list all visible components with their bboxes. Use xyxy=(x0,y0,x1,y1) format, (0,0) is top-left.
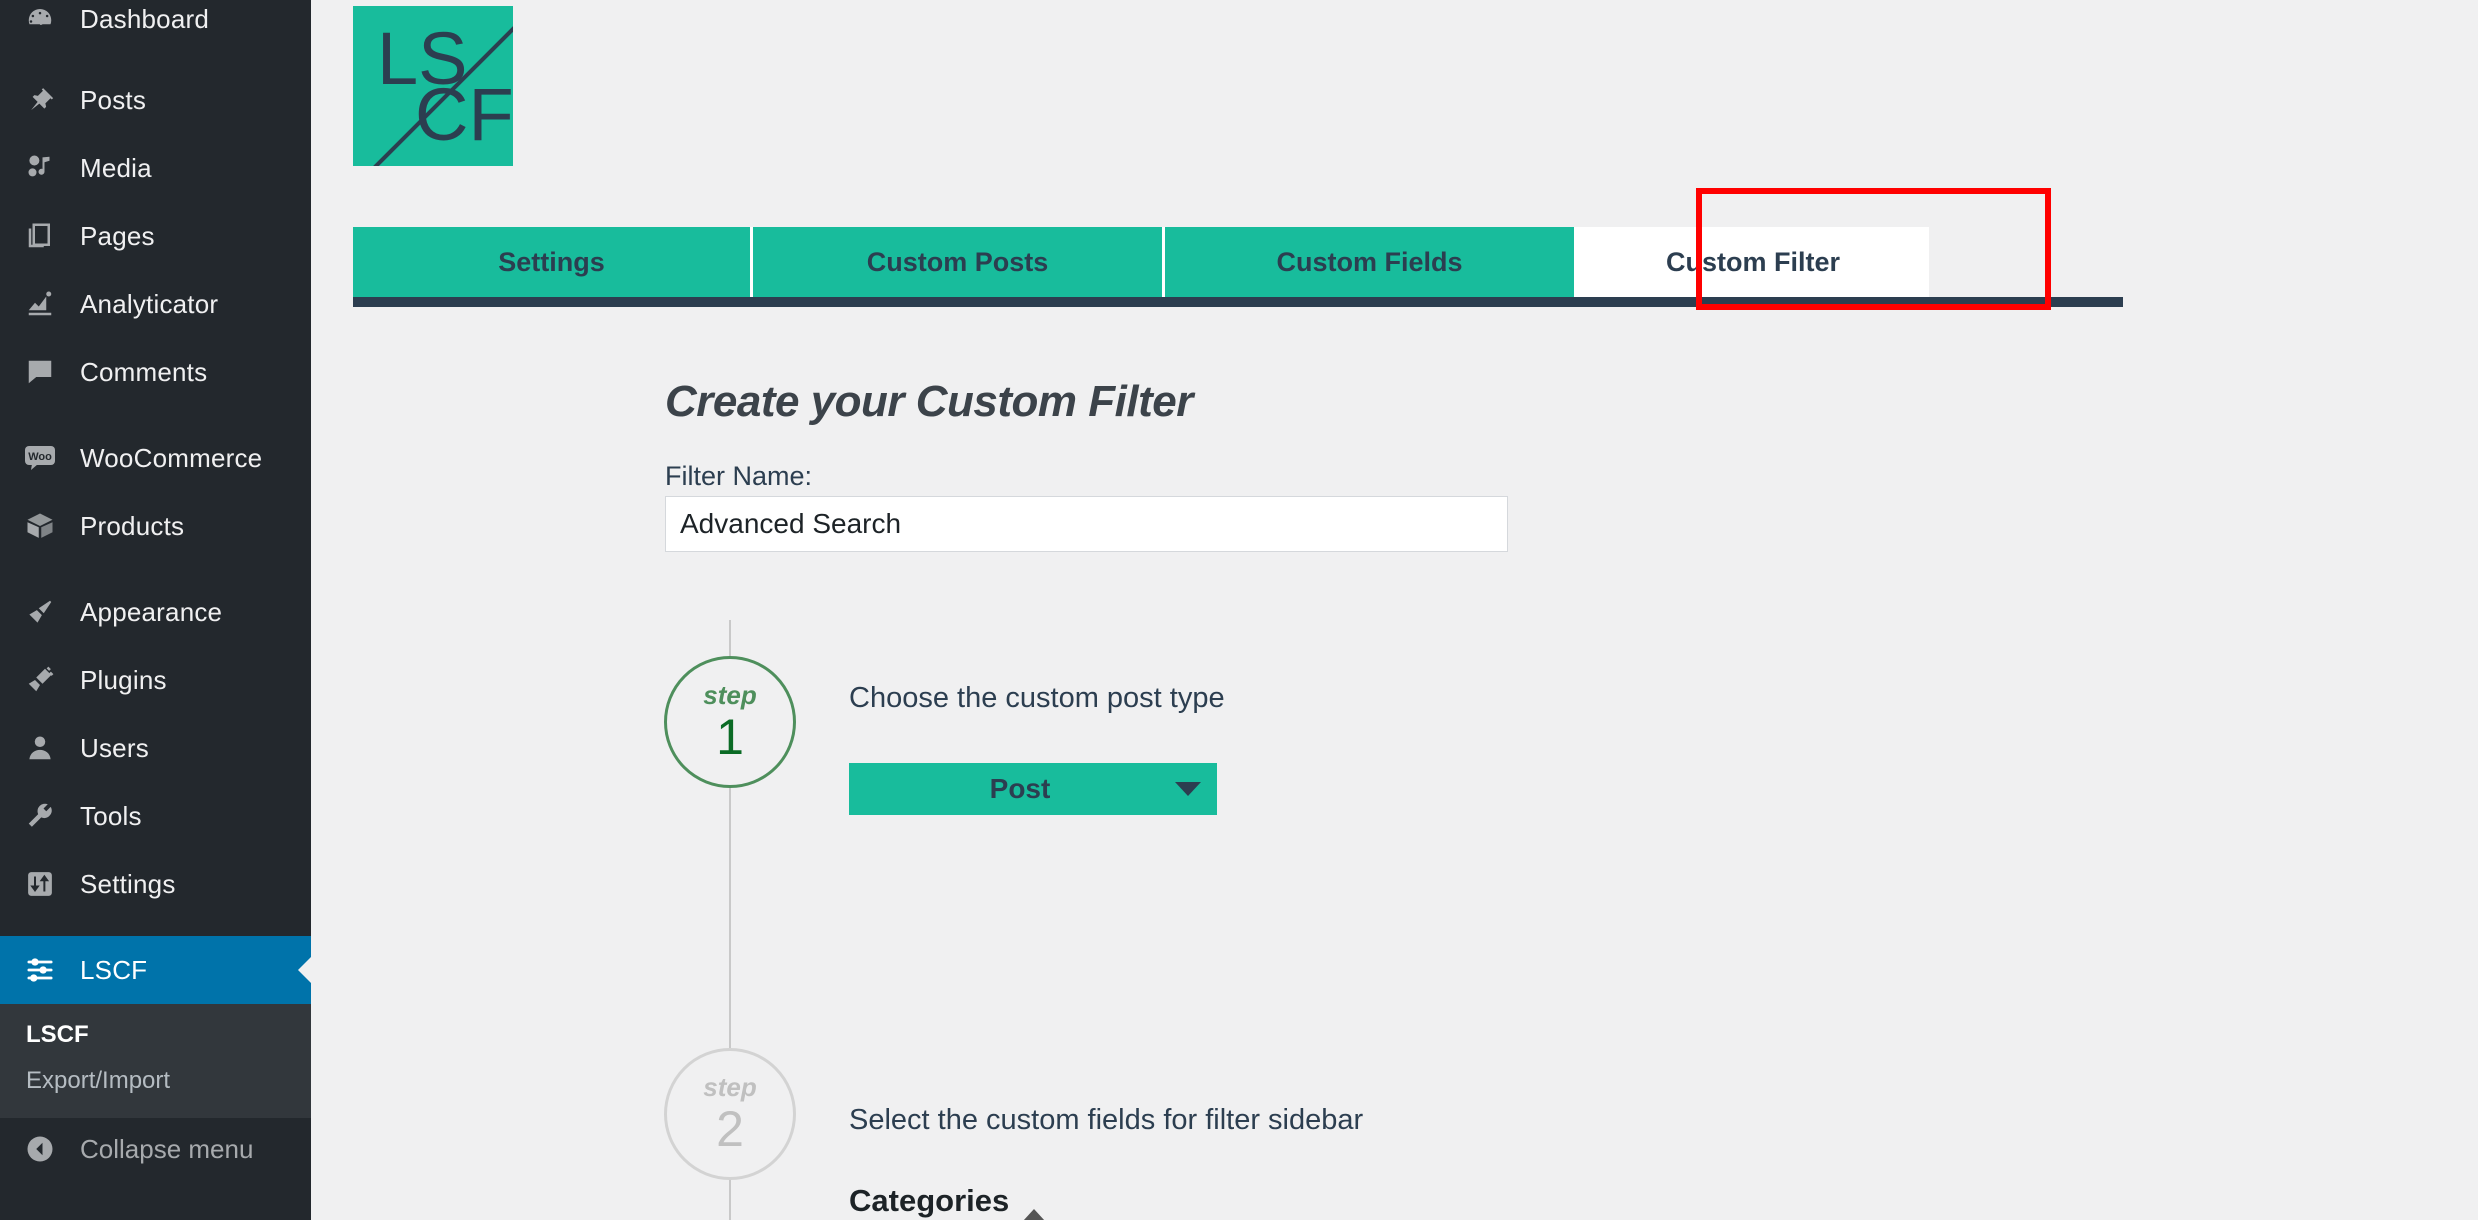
sidebar-item-label: Users xyxy=(80,732,149,763)
step-connector-middle xyxy=(729,788,731,1048)
sidebar-item-label: Plugins xyxy=(80,664,167,695)
sliders-icon xyxy=(14,947,66,993)
sidebar-item-label: Posts xyxy=(80,84,147,115)
wrench-icon xyxy=(14,793,66,839)
tab-list: Settings Custom Posts Custom Fields Cust… xyxy=(353,227,2123,297)
filter-name-input[interactable] xyxy=(665,496,1508,552)
pages-icon xyxy=(14,213,66,259)
sidebar-item-comments[interactable]: Comments xyxy=(0,338,311,406)
tab-label: Custom Filter xyxy=(1665,246,1840,277)
sidebar-item-settings[interactable]: Settings xyxy=(0,850,311,918)
sidebar-item-plugins[interactable]: Plugins xyxy=(0,646,311,714)
chevron-up-icon[interactable] xyxy=(1023,1192,1046,1220)
woocommerce-icon: Woo xyxy=(14,435,66,481)
tab-label: Custom Posts xyxy=(866,246,1049,277)
sidebar-item-label: Appearance xyxy=(80,596,223,627)
sidebar-item-label: Dashboard xyxy=(80,3,209,34)
step-2-description: Select the custom fields for filter side… xyxy=(849,1104,1364,1136)
sidebar-item-users[interactable]: Users xyxy=(0,714,311,782)
collapse-arrow-icon xyxy=(14,1134,66,1164)
step-connector-bottom xyxy=(729,1175,731,1220)
logo-text-bottom: CF xyxy=(415,73,513,156)
tab-underline xyxy=(353,297,2123,307)
chevron-down-icon xyxy=(1159,782,1217,796)
sidebar-divider xyxy=(0,918,311,936)
sidebar-divider xyxy=(0,406,311,424)
tab-bar: Settings Custom Posts Custom Fields Cust… xyxy=(353,227,2123,307)
sidebar-item-label: Pages xyxy=(80,220,155,251)
media-icon xyxy=(14,145,66,191)
categories-toggle[interactable]: Categories xyxy=(849,1183,1046,1220)
collapse-menu-label: Collapse menu xyxy=(80,1133,254,1164)
submenu-item-export-import[interactable]: Export/Import xyxy=(0,1058,311,1104)
sidebar-item-analyticator[interactable]: Analyticator xyxy=(0,270,311,338)
comment-icon xyxy=(14,349,66,395)
lscf-submenu: LSCF Export/Import xyxy=(0,1004,311,1118)
tab-custom-fields[interactable]: Custom Fields xyxy=(1165,227,1577,297)
admin-sidebar: Dashboard Posts Media Pages Analyticator… xyxy=(0,0,311,1220)
plug-icon xyxy=(14,657,66,703)
step-2-word: step xyxy=(703,1072,757,1102)
sidebar-item-posts[interactable]: Posts xyxy=(0,66,311,134)
lscf-logo: LS CF xyxy=(353,6,513,166)
sidebar-item-pages[interactable]: Pages xyxy=(0,202,311,270)
svg-text:Woo: Woo xyxy=(28,451,52,463)
step-2-number: 2 xyxy=(716,1101,744,1157)
submenu-item-lscf[interactable]: LSCF xyxy=(0,1012,311,1058)
filter-name-label: Filter Name: xyxy=(665,461,813,491)
post-type-select[interactable]: Post xyxy=(849,763,1217,815)
sidebar-item-label: Comments xyxy=(80,356,208,387)
post-type-select-value: Post xyxy=(989,773,1051,804)
step-1-description: Choose the custom post type xyxy=(849,682,1225,714)
sidebar-item-label: Analyticator xyxy=(80,288,219,319)
box-icon xyxy=(14,503,66,549)
categories-label: Categories xyxy=(849,1183,1010,1218)
tab-label: Settings xyxy=(498,246,605,277)
sidebar-item-label: Products xyxy=(80,510,185,541)
sidebar-item-tools[interactable]: Tools xyxy=(0,782,311,850)
tab-settings[interactable]: Settings xyxy=(353,227,753,297)
pin-icon xyxy=(14,77,66,123)
sidebar-item-lscf[interactable]: LSCF xyxy=(0,936,311,1004)
sidebar-item-label: WooCommerce xyxy=(80,442,263,473)
sidebar-item-label: Tools xyxy=(80,800,142,831)
chart-icon xyxy=(14,281,66,327)
tab-custom-filter[interactable]: Custom Filter xyxy=(1577,227,1929,297)
sidebar-item-dashboard[interactable]: Dashboard xyxy=(0,0,311,48)
collapse-menu-button[interactable]: Collapse menu xyxy=(0,1118,311,1180)
sidebar-divider xyxy=(0,560,311,578)
tab-label: Custom Fields xyxy=(1276,246,1463,277)
step-2-badge: step 2 xyxy=(664,1048,796,1180)
step-1-word: step xyxy=(703,680,757,710)
sidebar-item-media[interactable]: Media xyxy=(0,134,311,202)
sidebar-item-products[interactable]: Products xyxy=(0,492,311,560)
sidebar-item-appearance[interactable]: Appearance xyxy=(0,578,311,646)
sidebar-item-label: Media xyxy=(80,152,152,183)
sidebar-item-woocommerce[interactable]: Woo WooCommerce xyxy=(0,424,311,492)
user-icon xyxy=(14,725,66,771)
page-title: Create your Custom Filter xyxy=(665,377,1193,426)
settings-icon xyxy=(14,861,66,907)
main-content: LS CF Settings Custom Posts Custom Field… xyxy=(311,0,2478,1220)
dashboard-icon xyxy=(14,0,66,42)
sidebar-item-label: Settings xyxy=(80,868,176,899)
sidebar-divider xyxy=(0,48,311,66)
step-1-badge: step 1 xyxy=(664,656,796,788)
tab-custom-posts[interactable]: Custom Posts xyxy=(753,227,1165,297)
step-1-number: 1 xyxy=(716,709,744,765)
wordpress-admin-screen: Dashboard Posts Media Pages Analyticator… xyxy=(0,0,2478,1220)
sidebar-item-label: LSCF xyxy=(80,954,148,985)
brush-icon xyxy=(14,589,66,635)
